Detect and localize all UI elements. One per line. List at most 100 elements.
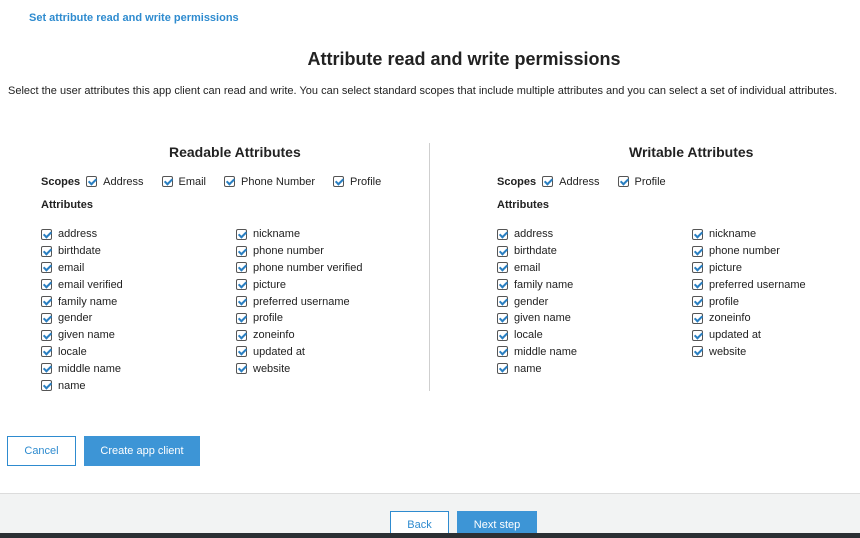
readable-attr-website-checkbox[interactable] xyxy=(236,363,247,375)
readable-attr-gender: gender xyxy=(41,310,123,327)
writable-attr-email-checkbox[interactable] xyxy=(497,262,508,274)
readable-attr-locale-label: locale xyxy=(58,345,87,358)
writable-scope-address-label: Address xyxy=(559,175,600,188)
set-permissions-link[interactable]: Set attribute read and write permissions xyxy=(29,12,239,24)
writable-attr-picture-checkbox[interactable] xyxy=(692,262,703,274)
readable-attr-email-label: email xyxy=(58,261,85,274)
writable-attr-birthdate-checkbox[interactable] xyxy=(497,245,508,257)
readable-attributes-col1: address birthdate email email verified famil… xyxy=(41,226,123,394)
readable-attr-picture-checkbox[interactable] xyxy=(236,279,247,291)
readable-scope-profile-label: Profile xyxy=(350,175,382,188)
readable-attr-phone-number-checkbox[interactable] xyxy=(236,245,247,257)
writable-attr-phone-number: phone number xyxy=(692,243,806,260)
writable-attr-name-checkbox[interactable] xyxy=(497,363,508,375)
writable-attr-profile-checkbox[interactable] xyxy=(692,296,703,308)
readable-attr-name-label: name xyxy=(58,379,86,392)
readable-attr-profile-checkbox[interactable] xyxy=(236,312,247,324)
writable-attr-zoneinfo: zoneinfo xyxy=(692,310,806,327)
writable-scope-address: Address xyxy=(542,175,600,188)
writable-attr-updated-at-checkbox[interactable] xyxy=(692,329,703,341)
writable-attr-middle-name-label: middle name xyxy=(514,345,577,358)
readable-attr-locale: locale xyxy=(41,344,123,361)
readable-attr-nickname: nickname xyxy=(236,226,362,243)
readable-attr-email-verified-checkbox[interactable] xyxy=(41,279,52,291)
readable-attr-updated-at: updated at xyxy=(236,344,362,361)
writable-attr-birthdate: birthdate xyxy=(497,243,577,260)
readable-attr-nickname-checkbox[interactable] xyxy=(236,228,247,240)
writable-attr-family-name: family name xyxy=(497,276,577,293)
writable-attr-birthdate-label: birthdate xyxy=(514,245,557,258)
writable-attr-middle-name-checkbox[interactable] xyxy=(497,346,508,358)
readable-attr-birthdate-checkbox[interactable] xyxy=(41,245,52,257)
readable-attr-given-name-checkbox[interactable] xyxy=(41,329,52,341)
readable-attr-gender-checkbox[interactable] xyxy=(41,312,52,324)
readable-attr-name: name xyxy=(41,377,123,394)
readable-attr-phone-number-verified: phone number verified xyxy=(236,260,362,277)
readable-attr-locale-checkbox[interactable] xyxy=(41,346,52,358)
readable-attr-updated-at-checkbox[interactable] xyxy=(236,346,247,358)
readable-attr-address-checkbox[interactable] xyxy=(41,228,52,240)
writable-attr-locale-label: locale xyxy=(514,329,543,342)
readable-attr-gender-label: gender xyxy=(58,312,93,325)
readable-scope-phone-number-checkbox[interactable] xyxy=(224,176,236,187)
writable-attr-name-label: name xyxy=(514,362,542,375)
writable-scopes-row: Scopes Address Profile xyxy=(497,174,684,189)
readable-attr-nickname-label: nickname xyxy=(253,228,301,241)
writable-attr-zoneinfo-checkbox[interactable] xyxy=(692,312,703,324)
readable-attr-website: website xyxy=(236,360,362,377)
writable-attr-updated-at-label: updated at xyxy=(709,329,761,342)
readable-attr-family-name: family name xyxy=(41,293,123,310)
readable-attr-middle-name-label: middle name xyxy=(58,362,121,375)
writable-attr-nickname-checkbox[interactable] xyxy=(692,228,703,240)
readable-scope-email-checkbox[interactable] xyxy=(161,176,173,187)
panel-divider xyxy=(429,143,430,391)
readable-attr-family-name-checkbox[interactable] xyxy=(41,296,52,308)
writable-attr-updated-at: updated at xyxy=(692,327,806,344)
readable-attr-family-name-label: family name xyxy=(58,295,118,308)
writable-heading: Writable Attributes xyxy=(629,144,754,160)
writable-scope-profile-label: Profile xyxy=(634,175,666,188)
readable-attr-website-label: website xyxy=(253,362,291,375)
readable-attr-email-verified-label: email verified xyxy=(58,278,123,291)
readable-scope-address-checkbox[interactable] xyxy=(86,176,98,187)
writable-attr-nickname: nickname xyxy=(692,226,806,243)
writable-attr-name: name xyxy=(497,360,577,377)
readable-attr-email: email xyxy=(41,260,123,277)
readable-scope-email-label: Email xyxy=(178,175,207,188)
writable-attributes-col1: address birthdate email family name gender gi… xyxy=(497,226,577,377)
readable-attr-middle-name: middle name xyxy=(41,360,123,377)
readable-attr-phone-number-verified-checkbox[interactable] xyxy=(236,262,247,274)
create-app-client-button[interactable]: Create app client xyxy=(84,436,200,466)
readable-attr-zoneinfo-label: zoneinfo xyxy=(253,329,295,342)
readable-attr-phone-number-verified-label: phone number verified xyxy=(253,261,363,274)
writable-scope-profile-checkbox[interactable] xyxy=(617,176,629,187)
writable-attr-zoneinfo-label: zoneinfo xyxy=(709,312,751,325)
readable-attr-zoneinfo-checkbox[interactable] xyxy=(236,329,247,341)
writable-attr-given-name-checkbox[interactable] xyxy=(497,312,508,324)
writable-attr-website-checkbox[interactable] xyxy=(692,346,703,358)
readable-attr-email-checkbox[interactable] xyxy=(41,262,52,274)
readable-scope-profile: Profile xyxy=(333,176,381,188)
page: Set attribute read and write permissions… xyxy=(0,0,860,538)
writable-attr-locale-checkbox[interactable] xyxy=(497,329,508,341)
readable-attr-preferred-username-checkbox[interactable] xyxy=(236,296,247,308)
writable-attr-preferred-username-checkbox[interactable] xyxy=(692,279,703,291)
cancel-button[interactable]: Cancel xyxy=(7,436,76,466)
writable-scope-address-checkbox[interactable] xyxy=(542,176,554,187)
readable-scope-profile-checkbox[interactable] xyxy=(333,176,345,187)
writable-attr-family-name-checkbox[interactable] xyxy=(497,279,508,291)
writable-attr-phone-number-checkbox[interactable] xyxy=(692,245,703,257)
writable-attr-address-checkbox[interactable] xyxy=(497,228,508,240)
writable-attr-gender-checkbox[interactable] xyxy=(497,296,508,308)
readable-scopes-row: Scopes Address Email Phone Number Profile xyxy=(41,174,399,189)
readable-attr-updated-at-label: updated at xyxy=(253,345,305,358)
readable-attr-given-name-label: given name xyxy=(58,329,115,342)
readable-attr-name-checkbox[interactable] xyxy=(41,380,52,392)
readable-attr-phone-number-label: phone number xyxy=(253,245,324,258)
writable-attr-preferred-username-label: preferred username xyxy=(709,278,806,291)
readable-attr-zoneinfo: zoneinfo xyxy=(236,327,362,344)
readable-scope-phone-number: Phone Number xyxy=(224,176,315,188)
writable-scopes-label: Scopes xyxy=(497,175,537,188)
writable-attr-given-name: given name xyxy=(497,310,577,327)
readable-attr-middle-name-checkbox[interactable] xyxy=(41,363,52,375)
